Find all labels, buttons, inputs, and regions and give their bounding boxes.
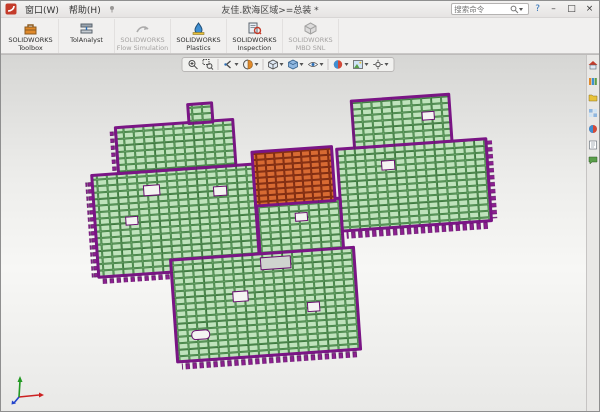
graphics-viewport[interactable] xyxy=(1,54,599,411)
model-3d-assembly[interactable] xyxy=(1,55,586,411)
apply-scene-icon[interactable] xyxy=(352,58,370,71)
search-dropdown-icon[interactable] xyxy=(519,8,523,11)
flow-simulation-icon xyxy=(135,21,150,36)
addin-tolanalyst[interactable]: TolAnalyst xyxy=(59,19,115,53)
view-palette-icon[interactable] xyxy=(588,107,599,118)
addins-toolbar: SOLIDWORKS Toolbox TolAnalyst SOLIDWORKS… xyxy=(1,18,599,54)
toolbox-icon xyxy=(23,21,38,36)
solidworks-forum-icon[interactable] xyxy=(588,155,599,166)
inspection-icon xyxy=(247,21,262,36)
heads-up-view-toolbar xyxy=(182,57,395,72)
toolbar-separator xyxy=(218,59,219,70)
mbd-icon xyxy=(303,21,318,36)
pin-menu-icon[interactable] xyxy=(108,5,116,13)
hide-show-items-icon[interactable] xyxy=(307,58,325,71)
toolbar-separator xyxy=(263,59,264,70)
appearances-scenes-icon[interactable] xyxy=(588,123,599,134)
help-button[interactable]: ? xyxy=(532,4,543,14)
command-search[interactable] xyxy=(451,3,529,15)
custom-properties-icon[interactable] xyxy=(588,139,599,150)
toolbar-separator xyxy=(328,59,329,70)
previous-view-icon[interactable] xyxy=(222,58,240,71)
section-view-icon[interactable] xyxy=(242,58,260,71)
solidworks-window: 窗口(W) 帮助(H) 友佳.欧海区域>=总装 * ? – □ × SOLIDW… xyxy=(0,0,600,412)
addin-plastics[interactable]: SOLIDWORKS Plastics xyxy=(171,19,227,53)
addin-solidworks-toolbox[interactable]: SOLIDWORKS Toolbox xyxy=(3,19,59,53)
zoom-to-fit-icon[interactable] xyxy=(187,58,200,71)
zoom-to-area-icon[interactable] xyxy=(202,58,215,71)
addin-mbd-snl[interactable]: SOLIDWORKS MBD SNL xyxy=(283,19,339,53)
close-button[interactable]: × xyxy=(582,3,597,16)
document-title: 友佳.欧海区域>=总装 * xyxy=(121,3,419,16)
addin-inspection[interactable]: SOLIDWORKS Inspection xyxy=(227,19,283,53)
addin-flow-simulation[interactable]: SOLIDWORKS Flow Simulation xyxy=(115,19,171,53)
reference-triad xyxy=(11,375,45,405)
titlebar-right-controls: ? – □ × xyxy=(451,3,597,16)
view-settings-icon[interactable] xyxy=(372,58,390,71)
display-style-icon[interactable] xyxy=(287,58,305,71)
maximize-button[interactable]: □ xyxy=(564,3,579,16)
search-input[interactable] xyxy=(454,5,510,14)
titlebar: 窗口(W) 帮助(H) 友佳.欧海区域>=总装 * ? – □ × xyxy=(1,1,599,18)
plastics-icon xyxy=(191,21,206,36)
menu-help[interactable]: 帮助(H) xyxy=(64,2,106,17)
solidworks-resources-icon[interactable] xyxy=(588,59,599,70)
minimize-button[interactable]: – xyxy=(546,3,561,16)
search-icon[interactable] xyxy=(510,5,519,14)
task-pane-strip xyxy=(586,55,599,411)
design-library-icon[interactable] xyxy=(588,75,599,86)
tolanalyst-icon xyxy=(79,21,94,36)
file-explorer-icon[interactable] xyxy=(588,91,599,102)
view-orientation-icon[interactable] xyxy=(267,58,285,71)
solidworks-app-icon[interactable] xyxy=(5,3,17,15)
edit-appearance-icon[interactable] xyxy=(332,58,350,71)
menu-window[interactable]: 窗口(W) xyxy=(20,2,64,17)
